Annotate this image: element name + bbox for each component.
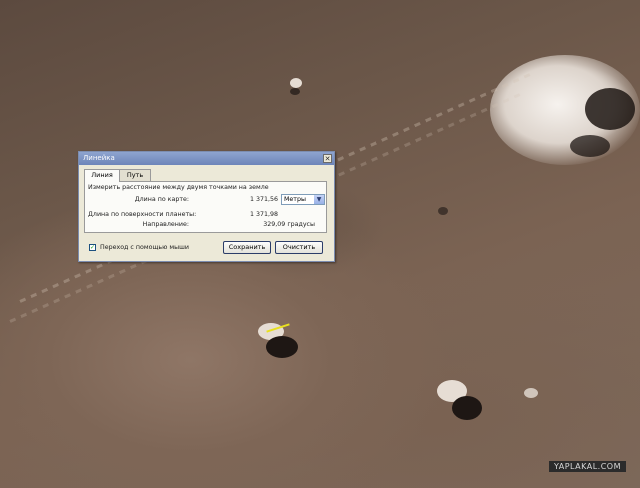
crater-shadow	[570, 135, 610, 157]
map-length-value: 1 371,56	[249, 196, 278, 203]
clear-button[interactable]: Очистить	[275, 241, 323, 254]
unit-select[interactable]: Метры ▼	[281, 194, 325, 205]
small-crater	[438, 207, 448, 215]
mouse-nav-label: Переход с помощью мыши	[100, 244, 189, 251]
crater-shadow	[585, 88, 635, 130]
tab-line[interactable]: Линия	[84, 169, 120, 182]
rock-shadow	[452, 396, 482, 420]
mouse-nav-checkbox[interactable]: ✓	[89, 244, 96, 251]
small-rock	[290, 78, 302, 88]
measure-panel: Измерить расстояние между двумя точками …	[84, 181, 327, 233]
bright-rock	[524, 388, 538, 398]
dialog-titlebar[interactable]: Линейка ✕	[79, 152, 334, 165]
object-shadow	[266, 336, 298, 358]
chevron-down-icon[interactable]: ▼	[314, 195, 324, 204]
map-length-label: Длина по карте:	[134, 196, 189, 203]
direction-label: Направление:	[142, 221, 189, 228]
unit-select-value: Метры	[284, 196, 306, 203]
small-crater	[290, 88, 300, 95]
ruler-dialog: Линейка ✕ Линия Путь Измерить расстояние…	[78, 151, 335, 262]
close-icon[interactable]: ✕	[323, 154, 332, 163]
direction-value: 329,09 градусы	[263, 221, 315, 228]
dialog-title: Линейка	[83, 154, 115, 162]
instruction-text: Измерить расстояние между двумя точками …	[88, 184, 269, 191]
tab-path[interactable]: Путь	[119, 169, 151, 181]
save-button[interactable]: Сохранить	[223, 241, 271, 254]
watermark: YAPLAKAL.COM	[548, 461, 626, 472]
surface-length-value: 1 371,98	[249, 211, 278, 218]
surface-length-label: Длина по поверхности планеты:	[88, 211, 197, 218]
